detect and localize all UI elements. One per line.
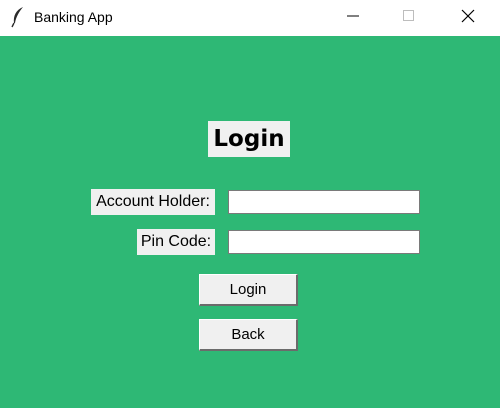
login-button[interactable]: Login — [199, 274, 298, 306]
feather-icon — [10, 6, 26, 28]
close-icon — [461, 9, 475, 28]
pin-code-input[interactable] — [228, 230, 420, 254]
account-holder-input[interactable] — [228, 190, 420, 214]
close-button[interactable] — [445, 0, 491, 36]
maximize-button[interactable] — [386, 0, 432, 36]
pin-code-label: Pin Code: — [137, 229, 215, 255]
minimize-icon — [347, 9, 359, 27]
page-title: Login — [208, 121, 290, 157]
title-bar[interactable]: Banking App — [0, 0, 500, 36]
minimize-button[interactable] — [330, 0, 376, 36]
account-holder-label: Account Holder: — [91, 189, 215, 215]
login-panel — [0, 36, 500, 408]
window-title: Banking App — [34, 9, 113, 25]
back-button[interactable]: Back — [199, 319, 298, 351]
maximize-icon — [403, 9, 415, 27]
